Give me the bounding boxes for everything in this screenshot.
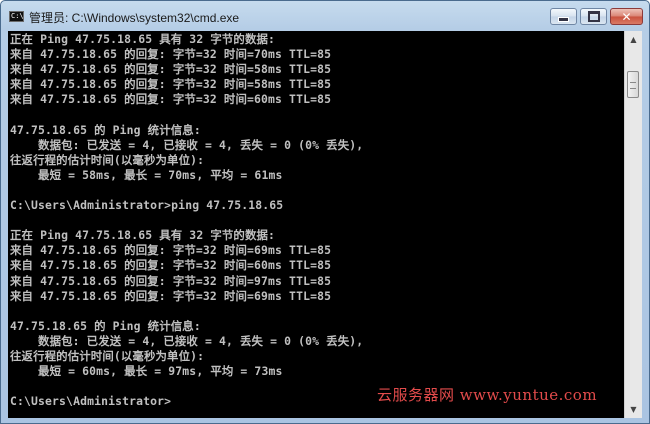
maximize-icon [587, 11, 600, 22]
title-bar[interactable]: C:\ 管理员: C:\Windows\system32\cmd.exe ✕ [1, 1, 649, 32]
console-line: 来自 47.75.18.65 的回复: 字节=32 时间=70ms TTL=85 [10, 47, 332, 62]
console-line: 47.75.18.65 的 Ping 统计信息: [10, 122, 201, 137]
console-line: 正在 Ping 47.75.18.65 具有 32 字节的数据: [10, 228, 276, 243]
console-output[interactable]: 正在 Ping 47.75.18.65 具有 32 字节的数据: 来自 47.7… [8, 31, 624, 418]
scroll-down-arrow-icon[interactable]: ▼ [625, 401, 642, 418]
console-line: 来自 47.75.18.65 的回复: 字节=32 时间=58ms TTL=85 [10, 62, 332, 77]
console-line: 往返行程的估计时间(以毫秒为单位): [10, 152, 205, 167]
console-line: 来自 47.75.18.65 的回复: 字节=32 时间=60ms TTL=85 [10, 92, 332, 107]
vertical-scrollbar[interactable]: ▲ ▼ [624, 31, 642, 418]
cmd-icon-glyph: C:\ [11, 12, 24, 20]
cmd-app-icon[interactable]: C:\ [9, 11, 24, 22]
console-line: 往返行程的估计时间(以毫秒为单位): [10, 348, 205, 363]
console-line: 47.75.18.65 的 Ping 统计信息: [10, 318, 201, 333]
minimize-icon [558, 17, 569, 22]
console-line: 最短 = 58ms, 最长 = 70ms, 平均 = 61ms [10, 167, 283, 182]
console-line: 来自 47.75.18.65 的回复: 字节=32 时间=60ms TTL=85 [10, 258, 332, 273]
console-line: 来自 47.75.18.65 的回复: 字节=32 时间=58ms TTL=85 [10, 77, 332, 92]
console-line: 正在 Ping 47.75.18.65 具有 32 字节的数据: [10, 32, 276, 46]
scroll-up-arrow-icon[interactable]: ▲ [625, 31, 642, 48]
console-line: 最短 = 60ms, 最长 = 97ms, 平均 = 73ms [10, 364, 283, 379]
window-title: 管理员: C:\Windows\system32\cmd.exe [29, 11, 240, 25]
console-line: 来自 47.75.18.65 的回复: 字节=32 时间=69ms TTL=85 [10, 243, 332, 258]
watermark-text: 云服务器网 www.yuntue.com [377, 386, 598, 404]
maximize-button[interactable] [580, 8, 607, 25]
console-line: C:\Users\Administrator> [10, 394, 172, 409]
console-line: 数据包: 已发送 = 4, 已接收 = 4, 丢失 = 0 (0% 丢失), [10, 333, 364, 348]
close-button[interactable]: ✕ [610, 8, 643, 25]
scroll-thumb[interactable] [627, 71, 639, 98]
console-line: C:\Users\Administrator>ping 47.75.18.65 [10, 198, 284, 213]
cmd-window: C:\ 管理员: C:\Windows\system32\cmd.exe ✕ 正… [0, 0, 650, 424]
console-line: 来自 47.75.18.65 的回复: 字节=32 时间=69ms TTL=85 [10, 288, 332, 303]
console-line: 来自 47.75.18.65 的回复: 字节=32 时间=97ms TTL=85 [10, 273, 332, 288]
close-icon: ✕ [621, 9, 632, 24]
console-text: 正在 Ping 47.75.18.65 具有 32 字节的数据: 来自 47.7… [8, 31, 624, 409]
console-line: 数据包: 已发送 = 4, 已接收 = 4, 丢失 = 0 (0% 丢失), [10, 137, 364, 152]
minimize-button[interactable] [550, 8, 577, 25]
